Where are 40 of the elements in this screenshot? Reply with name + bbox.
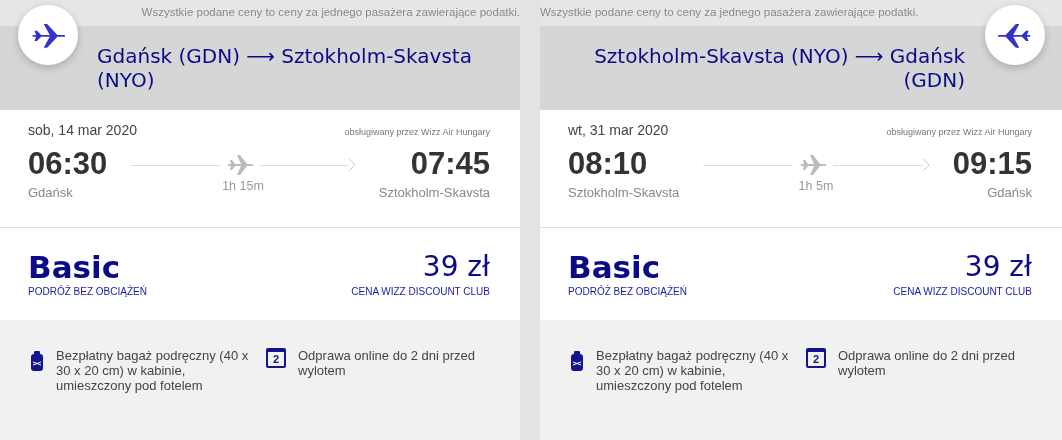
calendar-icon: 2 <box>266 348 286 368</box>
fare-price: 39 zł <box>422 250 490 284</box>
departure-time: 06:30 <box>28 145 108 183</box>
plane-icon <box>31 21 65 49</box>
route-title: Sztokholm-Skavsta (NYO) ⟶ Gdańsk (GDN) <box>593 44 965 94</box>
flight-duration: 1h 5m <box>798 178 834 195</box>
backpack-icon <box>570 351 584 373</box>
price-notice: Wszystkie podane ceny to ceny za jednego pasażera zawierające podatki. <box>141 5 520 21</box>
fare-name: Basic <box>568 250 661 284</box>
plane-icon <box>226 153 254 177</box>
arrival-city: Gdańsk <box>987 184 1032 202</box>
feature-text: Bezpłatny bagaż podręczny (40 x 30 x 20 cm) w kabinie, umieszczony pod fotelem <box>596 348 790 395</box>
backpack-icon <box>30 351 44 373</box>
flight-duration: 1h 15m <box>222 178 264 195</box>
route-title: Gdańsk (GDN) ⟶ Sztokholm-Skavsta (NYO) <box>96 44 473 94</box>
price-note: CENA WIZZ DISCOUNT CLUB <box>893 285 1032 299</box>
fare-subtitle: PODRÓŻ BEZ OBCIĄŻEŃ <box>28 284 147 299</box>
fare-subtitle: PODRÓŻ BEZ OBCIĄŻEŃ <box>568 284 687 299</box>
price-notice: Wszystkie podane ceny to ceny za jednego pasażera zawierające podatki. <box>540 5 919 21</box>
departure-city: Sztokholm-Skavsta <box>568 184 680 202</box>
price-note: CENA WIZZ DISCOUNT CLUB <box>351 285 490 299</box>
departure-time: 08:10 <box>568 145 649 183</box>
arrival-time: 07:45 <box>410 145 490 183</box>
flight-date: sob, 14 mar 2020 <box>28 121 137 140</box>
arrival-time: 09:15 <box>952 145 1032 183</box>
fare-name: Basic <box>28 250 121 284</box>
arrival-city: Sztokholm-Skavsta <box>378 184 490 202</box>
arrowhead-icon <box>348 159 355 171</box>
flight-date: wt, 31 mar 2020 <box>568 121 669 140</box>
arrowhead-icon <box>922 159 929 171</box>
feature-text: Bezpłatny bagaż podręczny (40 x 30 x 20 cm) w kabinie, umieszczony pod fotelem <box>56 348 250 395</box>
departure-city: Gdańsk <box>28 184 74 202</box>
feature-text: Odprawa online do 2 dni przed wylotem <box>838 348 1017 380</box>
feature-text: Odprawa online do 2 dni przed wylotem <box>298 348 477 380</box>
operator-note: obsługiwany przez Wizz Air Hungary <box>344 126 490 139</box>
plane-icon <box>799 153 827 177</box>
plane-icon <box>998 21 1032 49</box>
operator-note: obsługiwany przez Wizz Air Hungary <box>886 126 1032 139</box>
calendar-icon: 2 <box>806 348 826 368</box>
fare-price: 39 zł <box>964 250 1032 284</box>
